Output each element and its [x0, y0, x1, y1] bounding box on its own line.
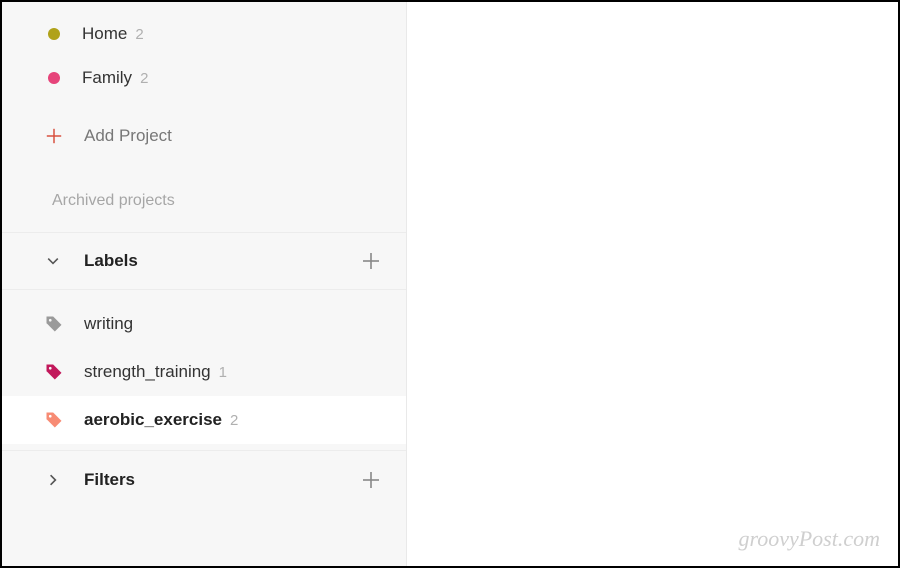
filters-section-header[interactable]: Filters — [2, 450, 406, 508]
add-label-button[interactable] — [360, 250, 382, 272]
project-item-home[interactable]: Home 2 — [2, 12, 406, 56]
project-list: Home 2 Family 2 — [2, 2, 406, 100]
sidebar: Home 2 Family 2 Add Project Archived pro… — [2, 2, 407, 566]
project-name: Home — [82, 24, 127, 44]
label-name: writing — [84, 314, 133, 334]
app-frame: Home 2 Family 2 Add Project Archived pro… — [0, 0, 900, 568]
main-content-area — [407, 2, 898, 566]
plus-icon — [44, 126, 64, 146]
label-item-writing[interactable]: writing — [2, 300, 406, 348]
tag-icon — [44, 314, 64, 334]
project-color-dot — [48, 28, 60, 40]
archived-projects-label: Archived projects — [52, 192, 175, 209]
project-color-dot — [48, 72, 60, 84]
labels-section-title: Labels — [84, 251, 360, 271]
archived-projects-link[interactable]: Archived projects — [2, 158, 406, 232]
label-name: aerobic_exercise — [84, 410, 222, 430]
filters-section-title: Filters — [84, 470, 360, 490]
label-name: strength_training — [84, 362, 211, 382]
label-list: writing strength_training 1 aerobic_exer… — [2, 290, 406, 450]
label-count: 1 — [219, 364, 227, 381]
project-count: 2 — [140, 70, 148, 87]
add-filter-button[interactable] — [360, 469, 382, 491]
project-item-family[interactable]: Family 2 — [2, 56, 406, 100]
tag-icon — [44, 410, 64, 430]
project-name: Family — [82, 68, 132, 88]
label-item-aerobic-exercise[interactable]: aerobic_exercise 2 — [2, 396, 406, 444]
label-item-strength-training[interactable]: strength_training 1 — [2, 348, 406, 396]
tag-icon — [44, 362, 64, 382]
labels-section-header[interactable]: Labels — [2, 232, 406, 290]
add-project-label: Add Project — [84, 126, 172, 146]
add-project-button[interactable]: Add Project — [2, 114, 406, 158]
chevron-right-icon — [44, 471, 62, 489]
chevron-down-icon — [44, 252, 62, 270]
label-count: 2 — [230, 412, 238, 429]
project-count: 2 — [135, 26, 143, 43]
